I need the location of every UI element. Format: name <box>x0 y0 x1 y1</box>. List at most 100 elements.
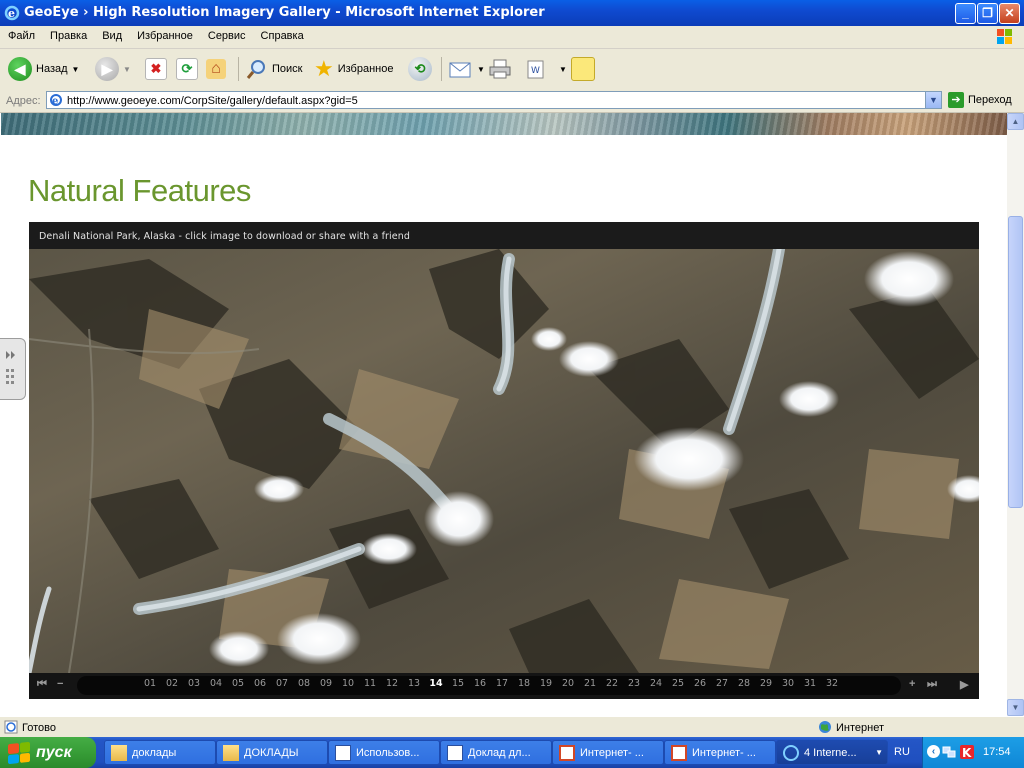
back-dropdown-icon[interactable]: ▼ <box>72 65 80 74</box>
stop-button[interactable]: ✖ <box>145 55 167 83</box>
page-number[interactable]: 17 <box>491 678 513 689</box>
page-number[interactable]: 08 <box>293 678 315 689</box>
page-number[interactable]: 23 <box>623 678 645 689</box>
page-number[interactable]: 09 <box>315 678 337 689</box>
page-number[interactable]: 20 <box>557 678 579 689</box>
page-number[interactable]: 24 <box>645 678 667 689</box>
vertical-scrollbar[interactable]: ▲ ▼ <box>1007 113 1024 716</box>
page-number[interactable]: 28 <box>733 678 755 689</box>
last-page-icon[interactable]: ⏭ <box>927 678 937 691</box>
satellite-image[interactable] <box>29 249 979 673</box>
page-number[interactable]: 29 <box>755 678 777 689</box>
go-label: Переход <box>968 94 1012 106</box>
windows-flag-icon <box>8 741 30 764</box>
page-number[interactable]: 02 <box>161 678 183 689</box>
menu-view[interactable]: Вид <box>94 26 129 42</box>
page-number[interactable]: 32 <box>821 678 843 689</box>
page-number[interactable]: 18 <box>513 678 535 689</box>
word-doc-icon <box>447 744 463 761</box>
zoom-out-icon[interactable]: − <box>57 678 63 690</box>
clock[interactable]: 17:54 <box>983 746 1011 758</box>
svg-text:K: K <box>962 746 972 760</box>
forward-dropdown-icon[interactable]: ▼ <box>123 65 131 74</box>
group-dropdown-icon[interactable]: ▼ <box>875 748 883 757</box>
svg-text:W: W <box>531 66 540 76</box>
page-number[interactable]: 19 <box>535 678 557 689</box>
zoom-in-icon[interactable]: + <box>909 678 915 690</box>
mail-button[interactable]: ▼ <box>449 55 485 83</box>
page-number[interactable]: 22 <box>601 678 623 689</box>
start-button[interactable]: пуск <box>0 737 96 768</box>
discuss-button[interactable] <box>571 55 595 83</box>
search-button[interactable]: Поиск <box>246 55 302 83</box>
page-number[interactable]: 27 <box>711 678 733 689</box>
menu-tools[interactable]: Сервис <box>200 26 253 42</box>
minimize-button[interactable]: _ <box>955 3 976 24</box>
play-icon[interactable]: ▶ <box>960 678 968 691</box>
scroll-thumb[interactable] <box>1008 216 1023 508</box>
menu-favorites[interactable]: Избранное <box>129 26 200 42</box>
maximize-button[interactable]: ❐ <box>977 3 998 24</box>
print-button[interactable] <box>488 55 512 83</box>
security-zone: Интернет <box>836 722 884 734</box>
page-viewport[interactable]: Natural Features Denali National Park, A… <box>0 113 1008 716</box>
page-number[interactable]: 05 <box>227 678 249 689</box>
close-button[interactable]: ✕ <box>999 3 1020 24</box>
menu-edit[interactable]: Правка <box>42 26 94 42</box>
history-button[interactable]: ⟲ <box>408 55 432 83</box>
taskbar-item-label: Использов... <box>356 746 420 759</box>
edit-dropdown-icon[interactable]: ▼ <box>559 65 567 74</box>
language-indicator[interactable]: RU <box>894 746 910 758</box>
page-number[interactable]: 01 <box>139 678 161 689</box>
page-number[interactable]: 06 <box>249 678 271 689</box>
page-number[interactable]: 21 <box>579 678 601 689</box>
side-panel-toggle[interactable] <box>0 338 26 400</box>
page-number[interactable]: 04 <box>205 678 227 689</box>
page-number[interactable]: 14 <box>425 678 447 689</box>
page-number[interactable]: 07 <box>271 678 293 689</box>
menu-help[interactable]: Справка <box>253 26 311 42</box>
page-number[interactable]: 25 <box>667 678 689 689</box>
window-titlebar[interactable]: e GeoEye › High Resolution Imagery Galle… <box>0 0 1024 26</box>
home-button[interactable]: ⌂ <box>206 55 226 83</box>
go-button[interactable]: ➔ Переход <box>948 92 1012 108</box>
page-number[interactable]: 15 <box>447 678 469 689</box>
favorites-button[interactable]: ★ Избранное <box>314 55 393 83</box>
refresh-button[interactable]: ⟳ <box>176 55 198 83</box>
page-number[interactable]: 12 <box>381 678 403 689</box>
back-button[interactable]: ◀ Назад ▼ <box>8 55 79 83</box>
taskbar-item[interactable]: ДОКЛАДЫ <box>216 740 328 765</box>
page-number[interactable]: 10 <box>337 678 359 689</box>
windows-logo-icon <box>997 29 1012 44</box>
mail-dropdown-icon[interactable]: ▼ <box>477 65 485 74</box>
page-done-icon <box>4 720 18 734</box>
network-icon[interactable] <box>942 745 956 759</box>
home-icon: ⌂ <box>206 59 226 79</box>
taskbar-item[interactable]: Интернет- ... <box>552 740 664 765</box>
page-number[interactable]: 16 <box>469 678 491 689</box>
forward-button[interactable]: ▶ ▼ <box>95 55 131 83</box>
menu-file[interactable]: Файл <box>0 26 42 42</box>
edit-word-button[interactable]: W ▼ <box>525 55 567 83</box>
page-number[interactable]: 26 <box>689 678 711 689</box>
gallery-pager: ⏮ − 01 02 03 04 05 06 07 08 09 10 11 12 13 14 15 16 17 18… <box>29 673 979 699</box>
antivirus-icon[interactable]: K <box>959 744 975 760</box>
address-input[interactable] <box>67 92 917 109</box>
page-number[interactable]: 11 <box>359 678 381 689</box>
page-number[interactable]: 31 <box>799 678 821 689</box>
taskbar-item[interactable]: 4 Interne... ▼ <box>776 740 888 765</box>
taskbar-item[interactable]: Использов... <box>328 740 440 765</box>
taskbar-item-label: доклады <box>132 746 177 759</box>
taskbar-item[interactable]: Интернет- ... <box>664 740 776 765</box>
address-dropdown-icon[interactable]: ▼ <box>925 92 941 108</box>
page-number[interactable]: 03 <box>183 678 205 689</box>
scroll-up-icon[interactable]: ▲ <box>1007 113 1024 130</box>
tray-expand-icon[interactable]: ‹ <box>927 745 940 758</box>
taskbar-item[interactable]: доклады <box>104 740 216 765</box>
scroll-down-icon[interactable]: ▼ <box>1007 699 1024 716</box>
page-number[interactable]: 30 <box>777 678 799 689</box>
first-page-icon[interactable]: ⏮ <box>37 678 47 691</box>
address-field[interactable]: e ▼ <box>46 91 942 109</box>
taskbar-item[interactable]: Доклад дл... <box>440 740 552 765</box>
page-number[interactable]: 13 <box>403 678 425 689</box>
